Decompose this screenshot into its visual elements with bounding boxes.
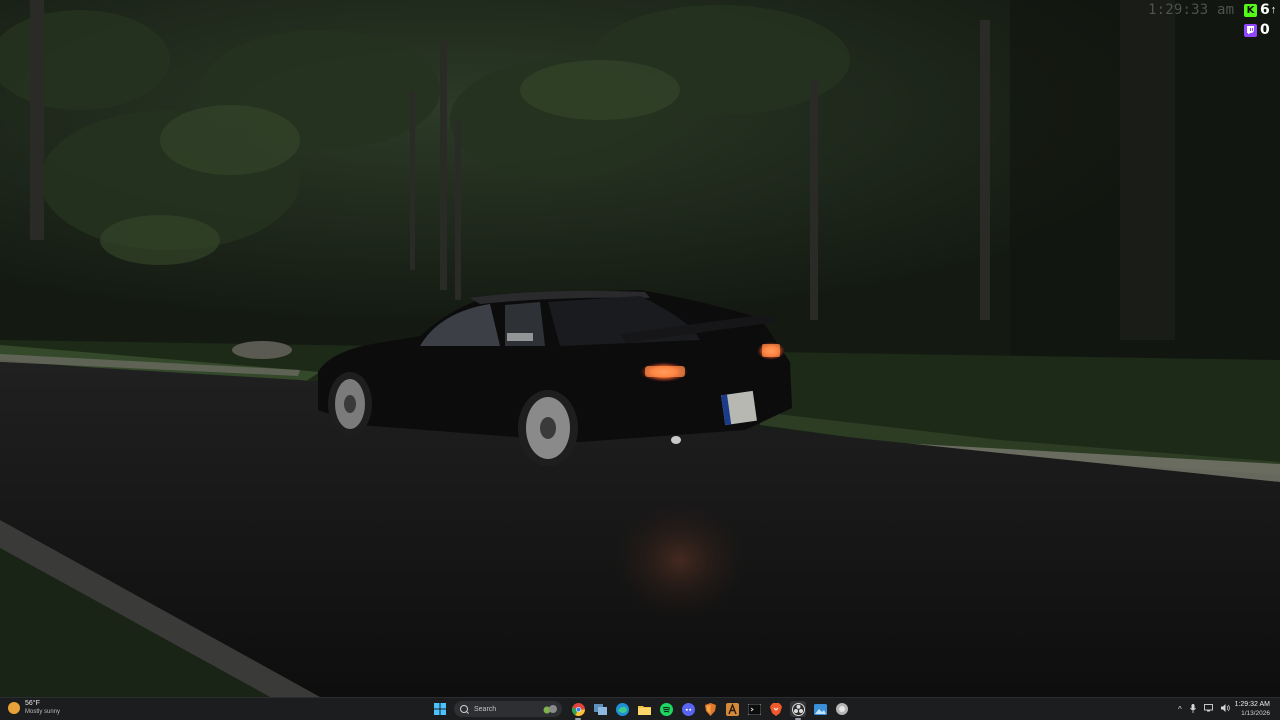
sun-icon [8, 702, 20, 714]
circle-app-button[interactable] [834, 701, 850, 717]
system-tray: ^ [1178, 701, 1238, 717]
taskbar-apps: Search [432, 700, 856, 720]
folder-icon [637, 705, 651, 715]
discord-taskbar-button[interactable] [680, 701, 696, 717]
task-view-button[interactable] [592, 701, 608, 717]
taskbar: 56°F Mostly sunny Search ^ 1:29:32 AM 1/… [0, 697, 1280, 720]
spotify-taskbar-button[interactable] [658, 701, 674, 717]
shield-app-button[interactable] [702, 701, 718, 717]
file-explorer-button[interactable] [636, 701, 652, 717]
chrome-taskbar-button[interactable] [570, 701, 586, 720]
clock-time: 1:29:32 AM [1234, 701, 1270, 708]
weather-temperature: 56°F [25, 700, 40, 707]
shield-icon [704, 702, 716, 716]
display-icon[interactable] [1203, 704, 1213, 714]
twitch-viewer-count: 0 [1260, 22, 1270, 38]
spotify-icon [659, 702, 673, 716]
brave-taskbar-button[interactable] [768, 701, 784, 717]
clock-date: 1/13/2026 [1241, 710, 1270, 717]
microphone-icon[interactable] [1189, 703, 1196, 715]
weather-widget[interactable]: 56°F Mostly sunny [8, 700, 60, 716]
circle-icon [836, 703, 848, 715]
task-view-icon [593, 703, 607, 715]
chrome-icon [571, 702, 585, 716]
brave-icon [770, 702, 782, 716]
photos-icon [813, 703, 827, 715]
terminal-icon [747, 703, 761, 715]
windows-icon [434, 703, 446, 715]
volume-icon[interactable] [1220, 704, 1230, 714]
terminal-button[interactable] [746, 701, 762, 717]
discord-icon [681, 702, 695, 716]
desktop-wallpaper [0, 0, 1280, 697]
search-label: Search [474, 705, 497, 713]
a-app-button[interactable] [724, 701, 740, 717]
taskbar-search[interactable]: Search [454, 701, 562, 717]
search-highlight-icon [543, 705, 557, 714]
kick-icon: K [1244, 3, 1257, 17]
twitch-viewer-counter: 0 [1244, 22, 1270, 38]
a-icon [725, 702, 739, 716]
obs-icon [791, 702, 805, 716]
weather-condition: Mostly sunny [25, 709, 61, 715]
start-button[interactable] [432, 701, 448, 717]
kick-viewer-count: 6 [1260, 2, 1270, 18]
wallpaper-scene [0, 0, 1280, 697]
taskbar-clock[interactable]: 1:29:32 AM 1/13/2026 [1235, 700, 1270, 718]
kick-viewer-counter: K 6 ↑ [1244, 2, 1276, 18]
photos-taskbar-button[interactable] [812, 701, 828, 717]
twitch-icon [1244, 23, 1257, 37]
stream-clock: 1:29:33 am [1148, 2, 1235, 18]
edge-icon [615, 702, 629, 716]
obs-taskbar-button[interactable] [790, 701, 806, 720]
tray-overflow-chevron-icon[interactable]: ^ [1178, 705, 1182, 714]
edge-taskbar-button[interactable] [614, 701, 630, 717]
up-arrow-icon: ↑ [1270, 4, 1277, 16]
search-icon [460, 705, 468, 713]
